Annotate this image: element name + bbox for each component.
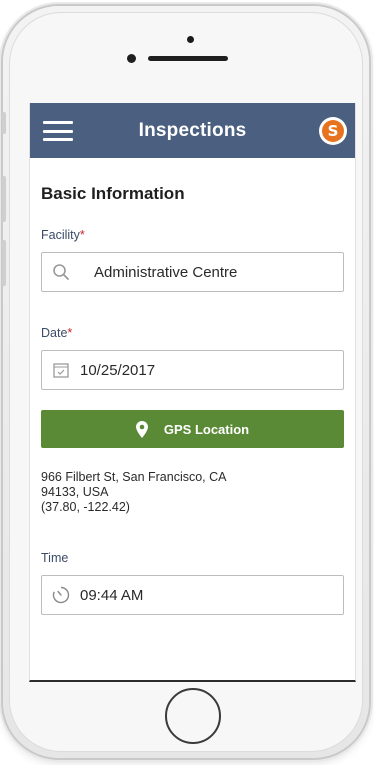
logo-letter: S (322, 120, 344, 142)
time-label: Time (41, 551, 69, 565)
required-mark: * (79, 228, 85, 242)
facility-search-input[interactable]: Administrative Centre (41, 252, 344, 292)
facility-label: Facility* (41, 228, 85, 242)
app-logo-icon[interactable]: S (319, 117, 347, 145)
proximity-sensor (187, 36, 194, 43)
app-bar: Inspections S (30, 103, 355, 158)
address-line-1: 966 Filbert St, San Francisco, CA (41, 470, 227, 484)
search-icon (42, 263, 80, 281)
date-input[interactable]: 10/25/2017 (41, 350, 344, 390)
clock-icon[interactable] (42, 585, 80, 605)
app-screen: Inspections S Basic Information Facility… (29, 103, 356, 682)
address-line-2: 94133, USA (41, 485, 109, 499)
time-input[interactable]: 09:44 AM (41, 575, 344, 615)
volume-up-button (2, 176, 6, 222)
page-title: Inspections (138, 119, 247, 141)
hamburger-menu-icon[interactable] (43, 121, 73, 141)
section-title: Basic Information (41, 184, 185, 203)
gps-button-label: GPS Location (163, 421, 250, 437)
time-value: 09:44 AM (80, 586, 144, 604)
facility-value: Administrative Centre (94, 263, 238, 281)
date-label: Date* (41, 326, 73, 340)
front-camera (127, 54, 136, 63)
home-button[interactable] (165, 688, 221, 744)
required-mark: * (67, 326, 73, 340)
calendar-icon[interactable] (42, 361, 80, 379)
map-pin-icon (135, 420, 148, 438)
mute-switch (2, 112, 6, 134)
gps-location-button[interactable]: GPS Location (41, 410, 344, 448)
gps-address: 966 Filbert St, San Francisco, CA 94133,… (41, 470, 344, 515)
date-value: 10/25/2017 (80, 361, 156, 379)
form-content: Basic Information Facility* Administrati… (30, 184, 355, 615)
earpiece-speaker (148, 56, 228, 61)
gps-coordinates: (37.80, -122.42) (41, 500, 130, 514)
volume-down-button (2, 240, 6, 286)
